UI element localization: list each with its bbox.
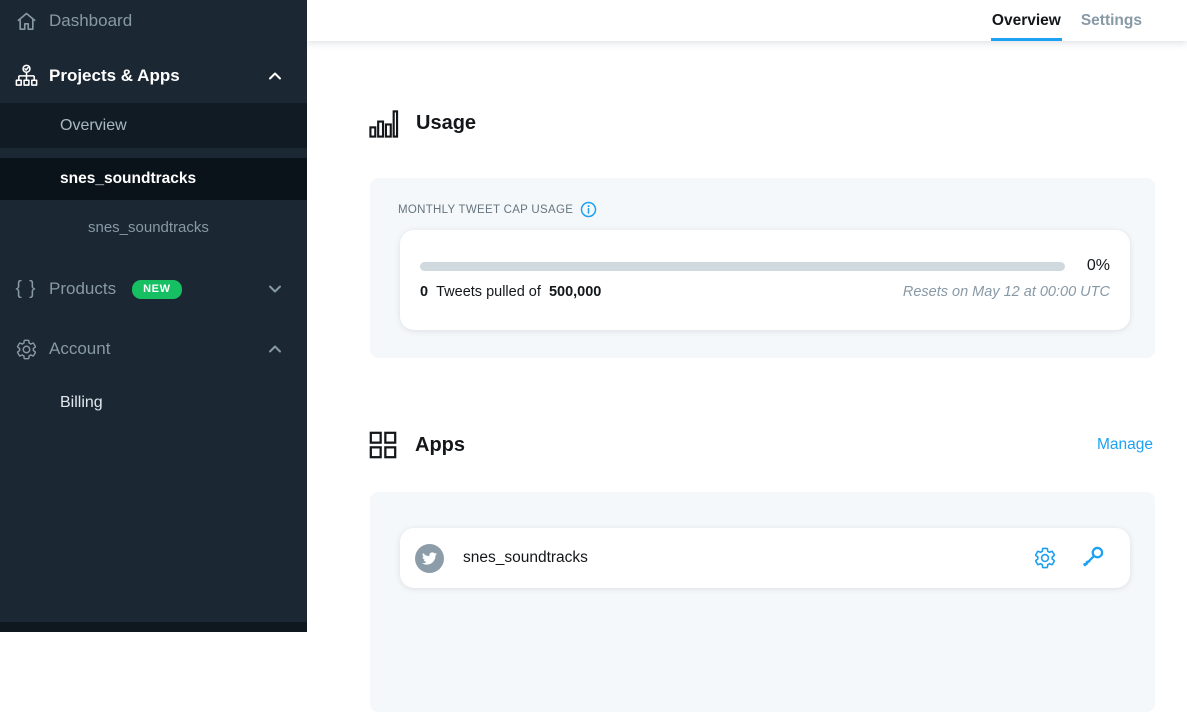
resets-date-text: Resets on May 12 at 00:00 UTC <box>903 284 1110 300</box>
chevron-down-icon[interactable] <box>265 279 285 299</box>
usage-card-label-row: MONTHLY TWEET CAP USAGE <box>398 201 597 218</box>
manage-link[interactable]: Manage <box>1097 436 1153 454</box>
tweet-cap-usage-panel: 0% 0 Tweets pulled of 500,000 Resets on … <box>400 230 1130 330</box>
sidebar-item-billing[interactable]: Billing <box>0 383 307 423</box>
sidebar-item-dashboard[interactable]: Dashboard <box>0 0 307 42</box>
grid-icon <box>368 430 398 460</box>
sidebar-item-label: Account <box>49 339 110 359</box>
tweets-pulled-count: 0 <box>420 284 428 300</box>
app-name: snes_soundtracks <box>463 549 588 567</box>
section-title-apps: Apps <box>415 434 465 457</box>
progress-row: 0% <box>420 256 1110 276</box>
tweet-cap-value: 500,000 <box>549 284 601 300</box>
sitemap-check-icon <box>13 63 39 89</box>
tweets-pulled-label: Tweets pulled of <box>436 284 541 300</box>
sidebar-item-label: Dashboard <box>49 11 132 31</box>
tab-settings[interactable]: Settings <box>1080 0 1143 41</box>
tweets-pulled-text: 0 Tweets pulled of 500,000 <box>420 284 601 300</box>
sidebar-item-app-snes-soundtracks[interactable]: snes_soundtracks <box>0 205 307 249</box>
usage-card-label: MONTHLY TWEET CAP USAGE <box>398 204 573 216</box>
info-icon[interactable] <box>580 201 597 218</box>
sidebar-bottom-strip <box>0 622 307 632</box>
app-settings-gear-icon[interactable] <box>1033 546 1057 570</box>
sidebar: Dashboard Projects & Apps Overview snes_… <box>0 0 307 632</box>
sidebar-item-label: Billing <box>60 394 103 412</box>
app-keys-key-icon[interactable] <box>1079 545 1105 571</box>
home-icon <box>13 8 39 34</box>
chevron-up-icon[interactable] <box>265 339 285 359</box>
sidebar-item-account[interactable]: Account <box>0 328 307 370</box>
bar-chart-icon <box>368 108 399 139</box>
sidebar-item-products[interactable]: { } Products NEW <box>0 268 307 310</box>
sidebar-item-label: Overview <box>60 117 127 135</box>
progress-bar <box>420 262 1065 271</box>
sidebar-item-overview[interactable]: Overview <box>0 103 307 148</box>
sidebar-item-project-snes-soundtracks[interactable]: snes_soundtracks <box>0 158 307 200</box>
app-row: snes_soundtracks <box>400 528 1130 588</box>
tab-overview[interactable]: Overview <box>991 0 1062 41</box>
app-actions <box>1033 545 1105 571</box>
new-badge: NEW <box>132 280 181 299</box>
usage-section-header: Usage <box>368 108 476 139</box>
braces-icon: { } <box>13 276 39 302</box>
gear-icon <box>13 336 39 362</box>
progress-percent-label: 0% <box>1087 257 1110 275</box>
sidebar-item-label: Products <box>49 279 116 299</box>
top-bar: Overview Settings <box>307 0 1187 41</box>
sidebar-item-label: snes_soundtracks <box>60 170 196 188</box>
chevron-up-icon[interactable] <box>265 66 285 86</box>
apps-card: snes_soundtracks <box>370 492 1155 712</box>
sidebar-item-projects-apps[interactable]: Projects & Apps <box>0 55 307 97</box>
section-title-usage: Usage <box>416 112 476 135</box>
usage-card: MONTHLY TWEET CAP USAGE 0% 0 Tweets p <box>370 178 1155 358</box>
sidebar-item-label: Projects & Apps <box>49 66 180 86</box>
twitter-bird-avatar <box>415 544 444 573</box>
tab-bar: Overview Settings <box>991 0 1143 41</box>
main-content: Usage MONTHLY TWEET CAP USAGE 0% <box>307 41 1187 632</box>
usage-text-row: 0 Tweets pulled of 500,000 Resets on May… <box>420 284 1110 300</box>
apps-section-header: Apps <box>368 430 465 460</box>
sidebar-item-label: snes_soundtracks <box>88 219 209 236</box>
